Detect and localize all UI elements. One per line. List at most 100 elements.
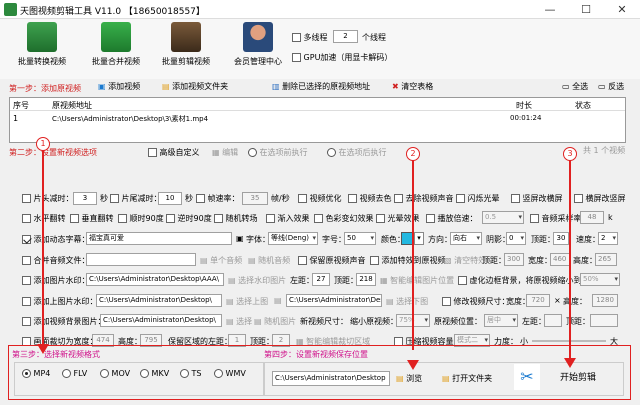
random-bg-button[interactable]: ▤ 随机图片 — [254, 316, 296, 327]
select-all-button[interactable]: ▭ 全选 — [562, 80, 588, 93]
start-edit-button[interactable]: 开始剪辑 — [560, 372, 596, 385]
ccw90-checkbox[interactable] — [166, 214, 175, 223]
tail-cut-option[interactable]: 片尾减时： — [110, 193, 162, 204]
scissors-icon[interactable]: ✂ — [514, 364, 540, 390]
add-video-button[interactable]: ▣ 添加视频 — [98, 80, 140, 93]
keep-audio-checkbox[interactable] — [298, 256, 307, 265]
speed-checkbox[interactable] — [426, 214, 435, 223]
smart-position-button[interactable]: ▦ 智能编辑图片位置 — [380, 275, 454, 286]
advanced-option[interactable]: 高级自定义 — [148, 147, 200, 158]
cw90-checkbox[interactable] — [118, 214, 127, 223]
select-bg-button[interactable]: ▤ 选择 — [226, 316, 252, 327]
format-wmv[interactable]: WMV — [214, 369, 246, 378]
save-path-input[interactable]: C:\Users\Administrator\Desktop — [272, 371, 390, 386]
format-ts[interactable]: TS — [180, 369, 202, 378]
before-exec-option[interactable]: 在选项前执行 — [248, 147, 308, 158]
batch-merge-button[interactable]: 批量合并视频 — [86, 22, 146, 67]
bottom-image-path-input[interactable]: C:\Users\Administrator\Desk — [286, 294, 382, 307]
bg-top-input[interactable] — [590, 314, 618, 327]
head-cut-checkbox[interactable] — [22, 194, 31, 203]
color-fx-checkbox[interactable] — [314, 214, 323, 223]
decolor-option[interactable]: 视频去色 — [348, 193, 392, 204]
format-flv[interactable]: FLV — [62, 369, 87, 378]
watermark-option[interactable]: 添加图片水印： — [22, 275, 90, 286]
resize-width-input[interactable]: 720 — [526, 294, 550, 307]
watermark-checkbox[interactable] — [22, 276, 31, 285]
horizontal-option[interactable]: 横屏改竖屏 — [574, 193, 626, 204]
format-wmv-radio[interactable] — [214, 369, 223, 378]
size-select[interactable]: 50 — [344, 232, 376, 245]
edit-button[interactable]: ▦ 编辑 — [212, 147, 238, 158]
clear-fx-button[interactable]: ▧ 清空特效 — [444, 255, 486, 266]
before-exec-radio[interactable] — [248, 148, 257, 157]
minimize-icon[interactable]: — — [532, 0, 568, 19]
batch-convert-button[interactable]: 批量转换视频 — [12, 22, 72, 67]
fade-option[interactable]: 渐入效果 — [266, 213, 310, 224]
batch-edit-button[interactable]: 批量剪辑视频 — [156, 22, 216, 67]
resize-checkbox[interactable] — [442, 297, 451, 306]
select-bottom-image-button[interactable]: ▤ — [274, 296, 282, 305]
browse-button[interactable]: ▤ 浏览 — [396, 372, 422, 385]
wm-left-input[interactable]: 27 — [312, 273, 330, 286]
watermark-path-input[interactable]: C:\Users\Administrator\Desktop\AAA\ — [86, 273, 224, 286]
fps-checkbox[interactable] — [196, 194, 205, 203]
select-watermark-button[interactable]: ▤ 选择水印图片 — [228, 275, 286, 286]
top-image-option[interactable]: 添加上图片水印： — [22, 296, 98, 307]
rand-scene-checkbox[interactable] — [214, 214, 223, 223]
optimize-checkbox[interactable] — [298, 194, 307, 203]
format-mkv[interactable]: MKV — [140, 369, 169, 378]
bg-left-input[interactable] — [544, 314, 562, 327]
subtitle-option[interactable]: 添加动态字幕： — [22, 234, 90, 245]
table-row[interactable]: 1 C:\Users\Administrator\Desktop\3\素材1.m… — [10, 112, 625, 123]
speed-option[interactable]: 播放倍速： — [426, 213, 478, 224]
invert-select-button[interactable]: ▭ 反选 — [598, 80, 624, 93]
merge-audio-checkbox[interactable] — [22, 256, 31, 265]
color-fx-option[interactable]: 色彩变幻效果 — [314, 213, 374, 224]
row4-height-input[interactable]: 265 — [595, 253, 617, 266]
maximize-icon[interactable]: ☐ — [568, 0, 604, 19]
tail-cut-checkbox[interactable] — [110, 194, 119, 203]
bg-image-option[interactable]: 添加视频背景图片： — [22, 316, 106, 327]
blur-select[interactable]: 50% — [580, 273, 620, 286]
gpu-checkbox[interactable] — [292, 53, 301, 62]
merge-audio-option[interactable]: 合并音频文件： — [22, 255, 90, 266]
bg-path-input[interactable]: C:\Users\Administrator\Desktop\ — [100, 314, 222, 327]
gpu-option[interactable]: GPU加速（用显卡解码） — [292, 52, 392, 63]
close-icon[interactable]: ✕ — [604, 0, 640, 19]
after-exec-option[interactable]: 在选项后执行 — [327, 147, 387, 158]
top-image-checkbox[interactable] — [22, 297, 31, 306]
vflip-option[interactable]: 垂直翻转 — [70, 213, 114, 224]
subtitle-input[interactable]: 福宝真可爱 — [86, 232, 232, 245]
after-exec-radio[interactable] — [327, 148, 336, 157]
add-fx-option[interactable]: 添加特效到原视频 — [370, 255, 446, 266]
horizontal-checkbox[interactable] — [574, 194, 583, 203]
row4-top-input[interactable]: 300 — [504, 253, 524, 266]
clear-table-button[interactable]: ✖ 清空表格 — [392, 80, 433, 93]
format-mp4[interactable]: MP4 — [22, 369, 50, 378]
multithread-option[interactable]: 多线程 — [292, 32, 328, 43]
resize-option[interactable]: 修改视频尺寸： — [442, 296, 510, 307]
remove-audio-checkbox[interactable] — [394, 194, 403, 203]
fps-option[interactable]: 帧速率： — [196, 193, 240, 204]
multithread-checkbox[interactable] — [292, 33, 301, 42]
format-mov-radio[interactable] — [100, 369, 109, 378]
fade-checkbox[interactable] — [266, 214, 275, 223]
thread-count-input[interactable]: 2 — [333, 30, 358, 43]
sample-checkbox[interactable] — [530, 214, 539, 223]
optimize-option[interactable]: 视频优化 — [298, 193, 342, 204]
member-center-button[interactable]: 会员管理中心 — [228, 22, 288, 67]
rand-scene-option[interactable]: 随机转场 — [214, 213, 258, 224]
open-folder-button[interactable]: ▤ 打开文件夹 — [442, 372, 492, 385]
cw90-option[interactable]: 顺时90度 — [118, 213, 164, 224]
flash-checkbox[interactable] — [456, 194, 465, 203]
position-select[interactable]: 居中 — [484, 314, 518, 327]
bg-image-checkbox[interactable] — [22, 317, 31, 326]
wm-top-input[interactable]: 218 — [356, 273, 376, 286]
advanced-checkbox[interactable] — [148, 148, 157, 157]
font-select[interactable]: 等线(Deng) — [268, 232, 318, 245]
blur-checkbox[interactable] — [458, 276, 467, 285]
single-audio-button[interactable]: ▤ 单个音频 — [200, 255, 242, 266]
format-flv-radio[interactable] — [62, 369, 71, 378]
select-bottom-button[interactable]: ▤ 选择下图 — [386, 296, 428, 307]
vertical-checkbox[interactable] — [511, 194, 520, 203]
